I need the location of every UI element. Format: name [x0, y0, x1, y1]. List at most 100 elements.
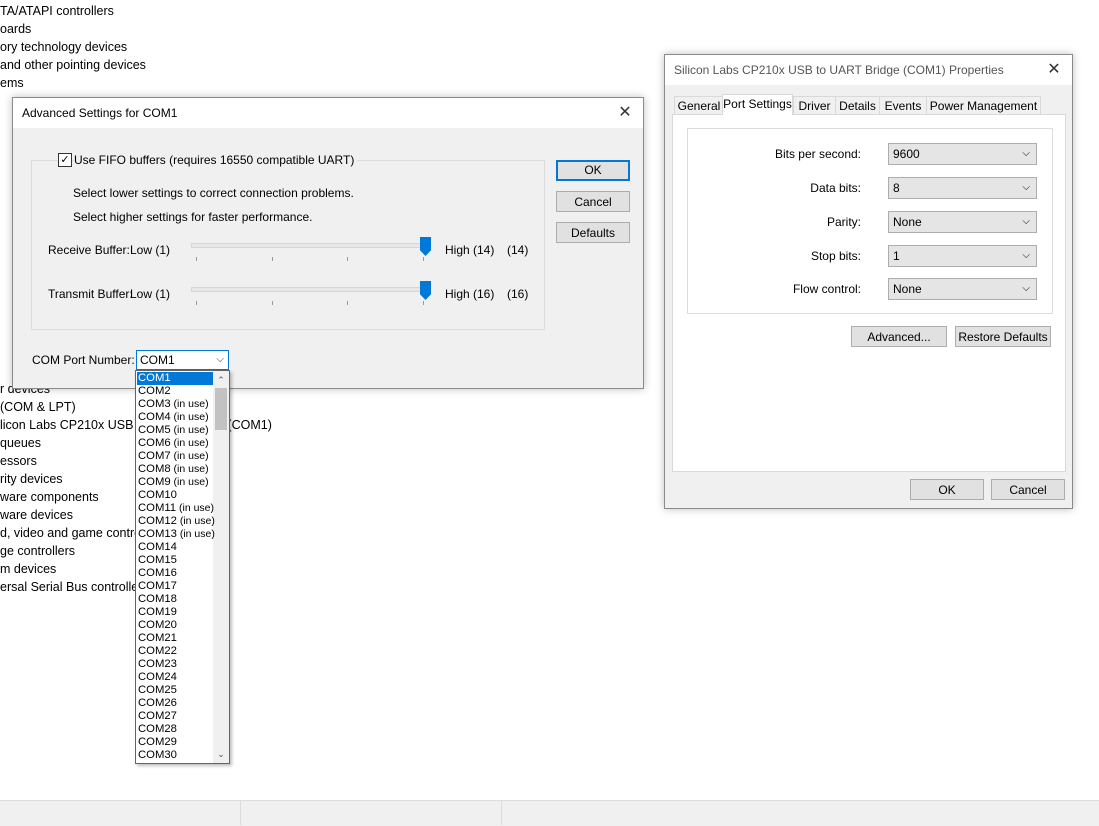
chevron-up-icon[interactable]: ⌃ — [213, 373, 229, 387]
com-option-status: (in use) — [170, 437, 209, 449]
com-option[interactable]: COM14 — [137, 541, 213, 554]
com-option[interactable]: COM24 — [137, 671, 213, 684]
dialog-title: Silicon Labs CP210x USB to UART Bridge (… — [674, 63, 1004, 77]
parity-value: None — [893, 215, 922, 229]
parity-label: Parity: — [826, 215, 861, 229]
chevron-down-icon[interactable]: ⌄ — [213, 747, 229, 761]
com-option[interactable]: COM19 — [137, 606, 213, 619]
data-bits-select[interactable]: 8 ⌵ — [888, 177, 1037, 199]
com-option[interactable]: COM6 (in use) — [137, 437, 213, 450]
title-bar[interactable]: Silicon Labs CP210x USB to UART Bridge (… — [665, 55, 1072, 85]
tree-item[interactable]: (COM & LPT) — [0, 398, 76, 416]
title-bar[interactable]: Advanced Settings for COM1 ✕ — [13, 98, 643, 128]
com-option-name: COM20 — [138, 619, 177, 631]
com-option[interactable]: COM5 (in use) — [137, 424, 213, 437]
tab-general[interactable]: General — [674, 96, 724, 114]
com-option-name: COM25 — [138, 684, 177, 696]
ok-button[interactable]: OK — [556, 160, 630, 181]
tree-item[interactable]: oards — [0, 20, 31, 38]
parity-select[interactable]: None ⌵ — [888, 211, 1037, 233]
tree-item[interactable]: ems — [0, 74, 24, 92]
com-option-name: COM14 — [138, 541, 177, 553]
com-option[interactable]: COM1 — [137, 372, 213, 385]
fifo-checkbox[interactable]: ✓ — [58, 153, 72, 167]
com-option-name: COM19 — [138, 606, 177, 618]
com-option[interactable]: COM8 (in use) — [137, 463, 213, 476]
tree-item[interactable]: rity devices — [0, 470, 63, 488]
flow-control-value: None — [893, 282, 922, 296]
defaults-button[interactable]: Defaults — [556, 222, 630, 243]
com-option-name: COM29 — [138, 736, 177, 748]
com-option[interactable]: COM21 — [137, 632, 213, 645]
com-option[interactable]: COM22 — [137, 645, 213, 658]
com-option-name: COM1 — [138, 372, 171, 384]
tree-item[interactable]: ory technology devices — [0, 38, 127, 56]
com-option[interactable]: COM27 — [137, 710, 213, 723]
com-option[interactable]: COM20 — [137, 619, 213, 632]
com-option-status: (in use) — [170, 411, 209, 423]
tab-events[interactable]: Events — [879, 96, 927, 114]
com-option[interactable]: COM11 (in use) — [137, 502, 215, 515]
dropdown-scrollbar[interactable]: ⌃ ⌄ — [213, 371, 229, 763]
ok-button[interactable]: OK — [910, 479, 984, 500]
com-option-name: COM18 — [138, 593, 177, 605]
tab-power-management[interactable]: Power Management — [926, 96, 1041, 114]
close-icon[interactable]: ✕ — [615, 103, 635, 123]
cancel-button[interactable]: Cancel — [991, 479, 1065, 500]
stop-bits-select[interactable]: 1 ⌵ — [888, 245, 1037, 267]
com-option-name: COM13 — [138, 528, 177, 540]
tab-driver[interactable]: Driver — [793, 96, 836, 114]
tree-item[interactable]: ware devices — [0, 506, 73, 524]
com-option[interactable]: COM17 — [137, 580, 213, 593]
restore-defaults-button[interactable]: Restore Defaults — [955, 326, 1051, 347]
com-option[interactable]: COM18 — [137, 593, 213, 606]
com-option-name: COM12 — [138, 515, 177, 527]
com-option[interactable]: COM15 — [137, 554, 213, 567]
com-option[interactable]: COM3 (in use) — [137, 398, 213, 411]
bits-per-second-select[interactable]: 9600 ⌵ — [888, 143, 1037, 165]
com-option[interactable]: COM10 — [137, 489, 213, 502]
tree-item[interactable]: ge controllers — [0, 542, 75, 560]
tree-item[interactable]: essors — [0, 452, 37, 470]
com-option-status: (in use) — [176, 515, 215, 527]
slider-tick — [196, 301, 197, 305]
com-option[interactable]: COM30 — [137, 749, 213, 762]
com-option[interactable]: COM4 (in use) — [137, 411, 213, 424]
scrollbar-thumb[interactable] — [215, 388, 227, 430]
com-option-status: (in use) — [176, 502, 215, 514]
com-port-dropdown-list[interactable]: ⌃ ⌄ COM1 COM2 COM3 (in use) COM4 (in use) CO… — [135, 370, 230, 764]
tree-item[interactable]: and other pointing devices — [0, 56, 146, 74]
receive-buffer-track[interactable] — [191, 243, 431, 248]
status-segment — [0, 801, 241, 825]
cancel-button[interactable]: Cancel — [556, 191, 630, 212]
tab-details[interactable]: Details — [835, 96, 880, 114]
com-option[interactable]: COM2 — [137, 385, 213, 398]
com-option[interactable]: COM13 (in use) — [137, 528, 215, 541]
tab-port-settings[interactable]: Port Settings — [722, 94, 793, 115]
receive-value: (14) — [507, 243, 529, 257]
com-option-name: COM15 — [138, 554, 177, 566]
com-option-name: COM11 — [138, 502, 177, 514]
com-option[interactable]: COM26 — [137, 697, 213, 710]
transmit-buffer-track[interactable] — [191, 287, 431, 292]
tree-item[interactable]: TA/ATAPI controllers — [0, 2, 114, 20]
close-icon[interactable]: ✕ — [1044, 60, 1064, 80]
tree-item[interactable]: ersal Serial Bus controllers — [0, 578, 149, 596]
com-option[interactable]: COM29 — [137, 736, 213, 749]
com-option[interactable]: COM25 — [137, 684, 213, 697]
tree-item[interactable]: ware components — [0, 488, 99, 506]
receive-low-label: Low (1) — [130, 243, 171, 257]
com-option[interactable]: COM23 — [137, 658, 213, 671]
slider-tick — [347, 301, 348, 305]
com-option[interactable]: COM12 (in use) — [137, 515, 215, 528]
advanced-button[interactable]: Advanced... — [851, 326, 947, 347]
slider-tick — [272, 301, 273, 305]
com-option[interactable]: COM7 (in use) — [137, 450, 213, 463]
tree-item[interactable]: m devices — [0, 560, 56, 578]
flow-control-select[interactable]: None ⌵ — [888, 278, 1037, 300]
tree-item[interactable]: queues — [0, 434, 41, 452]
com-option[interactable]: COM28 — [137, 723, 213, 736]
com-option[interactable]: COM16 — [137, 567, 213, 580]
com-port-select[interactable]: COM1 ⌵ — [136, 350, 229, 370]
com-option[interactable]: COM9 (in use) — [137, 476, 213, 489]
